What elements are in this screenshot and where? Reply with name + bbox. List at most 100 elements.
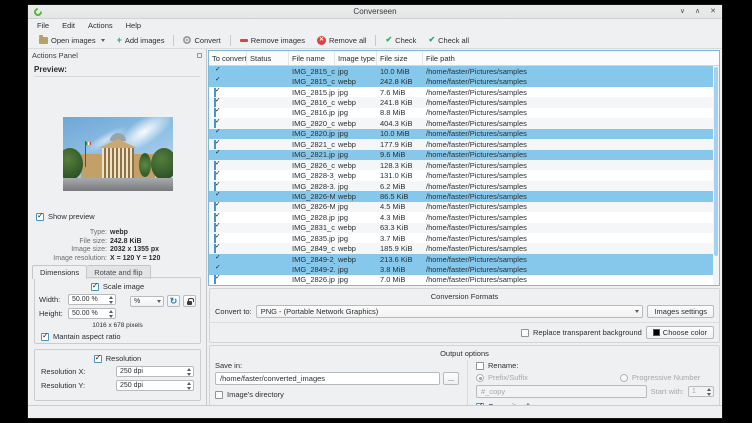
start-with-stepper[interactable]: 1 [688,386,714,397]
row-checkbox[interactable] [214,129,216,138]
float-panel-icon[interactable] [197,53,202,58]
file-path-cell: /home/faster/Pictures/samples [423,275,719,284]
rename-pattern-input[interactable]: #_copy [476,385,647,398]
table-row[interactable]: IMG_2826-M…jpg4.5 MiB/home/faster/Pictur… [209,202,719,212]
choose-color-button[interactable]: Choose color [646,326,714,339]
row-checkbox[interactable] [214,98,216,107]
add-images-button[interactable]: + Add images [111,34,171,47]
table-row[interactable]: IMG_2849-2_…webp213.6 KiB/home/faster/Pi… [209,254,719,264]
resolution-y-stepper[interactable]: 250 dpi [116,380,194,391]
file-size-cell: 7.6 MiB [377,88,423,97]
row-checkbox[interactable] [214,202,216,211]
table-row[interactable]: IMG_2816_c…webp241.8 KiB/home/faster/Pic… [209,97,719,107]
table-row[interactable]: IMG_2828-3.j…jpg6.2 MiB/home/faster/Pict… [209,181,719,191]
file-name-cell: IMG_2815_c… [289,67,335,76]
row-checkbox[interactable] [214,192,216,201]
file-path-cell: /home/faster/Pictures/samples [423,108,719,117]
row-checkbox[interactable] [214,140,216,149]
table-row[interactable]: IMG_2816.jpgjpg8.8 MiB/home/faster/Pictu… [209,108,719,118]
title-bar[interactable]: Converseen ∨ ∧ ✕ [28,5,722,19]
reset-size-button[interactable]: ↻ [167,295,180,307]
remove-images-button[interactable]: Remove images [234,34,311,47]
convert-button[interactable]: Convert [177,34,226,47]
replace-background-checkbox[interactable] [521,329,529,337]
images-directory-checkbox[interactable]: Image's directory [215,390,459,399]
header-status[interactable]: Status [247,51,289,65]
header-image-type[interactable]: Image type [335,51,377,65]
table-row[interactable]: IMG_2821.jpgjpg9.6 MiB/home/faster/Pictu… [209,150,719,160]
table-row[interactable]: IMG_2815.jpgjpg7.6 MiB/home/faster/Pictu… [209,87,719,97]
row-checkbox[interactable] [214,213,216,222]
rename-checkbox[interactable]: Rename: [476,361,714,370]
unit-dropdown[interactable]: % [130,296,164,307]
table-row[interactable]: IMG_2831_c…webp63.3 KiB/home/faster/Pict… [209,223,719,233]
progressive-number-radio[interactable]: Progressive Number [620,373,700,382]
images-settings-button[interactable]: Images settings [647,305,714,318]
row-checkbox[interactable] [214,223,216,232]
format-dropdown[interactable]: PNG - (Portable Network Graphics) [256,305,644,318]
row-checkbox[interactable] [214,161,216,170]
table-row[interactable]: IMG_2820_c…webp404.3 KiB/home/faster/Pic… [209,118,719,128]
table-row[interactable]: IMG_2828.jpgjpg4.3 MiB/home/faster/Pictu… [209,212,719,222]
table-scrollbar[interactable] [713,66,719,285]
file-size-cell: 6.2 MiB [377,182,423,191]
table-row[interactable]: IMG_2849-2.j…jpg3.8 MiB/home/faster/Pict… [209,264,719,274]
to-convert-cell [209,244,247,253]
resolution-checkbox[interactable]: Resolution [35,354,200,363]
table-row[interactable]: IMG_2835.jpgjpg3.7 MiB/home/faster/Pictu… [209,233,719,243]
tab-dimensions[interactable]: Dimensions [32,265,87,279]
table-row[interactable]: IMG_2815_c…jpg10.0 MiB/home/faster/Pictu… [209,66,719,76]
actions-panel-header[interactable]: Actions Panel [28,49,206,62]
header-to-convert[interactable]: To convert [209,51,247,65]
height-stepper[interactable]: 50.00 % [68,308,116,319]
header-file-path[interactable]: File path [423,51,719,65]
checkbox-icon [36,213,44,221]
row-checkbox[interactable] [214,244,216,253]
menu-help[interactable]: Help [126,21,141,30]
browse-button[interactable]: ... [443,372,459,385]
show-preview-checkbox[interactable]: Show preview [36,212,95,221]
table-row[interactable]: IMG_2826.jpgjpg7.0 MiB/home/faster/Pictu… [209,275,719,285]
scrollbar-thumb[interactable] [714,67,718,256]
row-checkbox[interactable] [214,88,216,97]
table-row[interactable]: IMG_2849_c…webp185.9 KiB/home/faster/Pic… [209,243,719,253]
prefix-suffix-radio[interactable]: Prefix/Suffix [476,373,528,382]
menu-edit[interactable]: Edit [62,21,75,30]
table-row[interactable]: IMG_2826_c…webp128.3 KiB/home/faster/Pic… [209,160,719,170]
maximize-icon[interactable]: ∧ [695,5,700,19]
table-row[interactable]: IMG_2828-3_…webp131.0 KiB/home/faster/Pi… [209,170,719,180]
lock-ratio-button[interactable] [183,295,196,307]
file-size-cell: 213.6 KiB [377,255,423,264]
row-checkbox[interactable] [214,265,216,274]
header-file-size[interactable]: File size [377,51,423,65]
resolution-x-stepper[interactable]: 250 dpi [116,366,194,377]
row-checkbox[interactable] [214,275,216,284]
menu-file[interactable]: File [37,21,49,30]
remove-all-button[interactable]: ✕ Remove all [311,34,373,47]
row-checkbox[interactable] [214,234,216,243]
table-row[interactable]: IMG_2820.jpgjpg10.0 MiB/home/faster/Pict… [209,129,719,139]
row-checkbox[interactable] [214,119,216,128]
row-checkbox[interactable] [214,108,216,117]
open-images-button[interactable]: Open images [33,34,111,47]
row-checkbox[interactable] [214,150,216,159]
row-checkbox[interactable] [214,182,216,191]
close-icon[interactable]: ✕ [710,5,716,19]
row-checkbox[interactable] [214,77,216,86]
table-row[interactable]: IMG_2821_c…webp177.9 KiB/home/faster/Pic… [209,139,719,149]
table-row[interactable]: IMG_2826-M…webp86.5 KiB/home/faster/Pict… [209,191,719,201]
header-file-name[interactable]: File name [289,51,335,65]
width-stepper[interactable]: 50.00 % [68,294,116,305]
minimize-icon[interactable]: ∨ [680,5,685,19]
scale-image-checkbox[interactable]: Scale image [35,282,200,291]
save-path-input[interactable]: /home/faster/converted_images [215,372,440,385]
table-row[interactable]: IMG_2815_c…webp242.8 KiB/home/faster/Pic… [209,76,719,86]
image-type-cell: jpg [335,182,377,191]
maintain-aspect-checkbox[interactable]: Mantain aspect ratio [41,332,200,341]
menu-actions[interactable]: Actions [88,21,113,30]
row-checkbox[interactable] [214,67,216,76]
row-checkbox[interactable] [214,171,216,180]
check-button[interactable]: ✔ Check [379,34,422,47]
row-checkbox[interactable] [214,255,216,264]
check-all-button[interactable]: ✔ Check all [422,34,475,47]
